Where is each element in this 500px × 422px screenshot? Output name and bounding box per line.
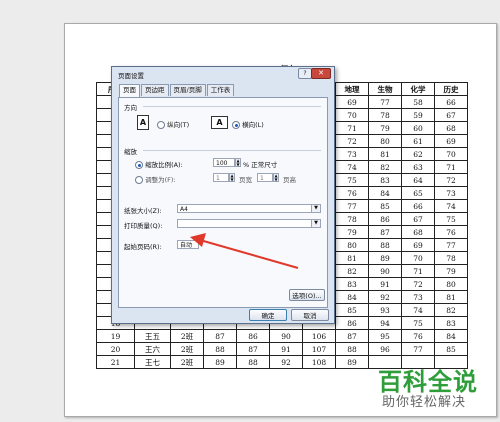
annotation-arrow-shaft	[199, 239, 299, 269]
annotation-arrow	[190, 233, 299, 269]
watermark-slogan: 助你轻松解决	[382, 395, 467, 410]
annotation-arrow-head	[190, 233, 206, 247]
